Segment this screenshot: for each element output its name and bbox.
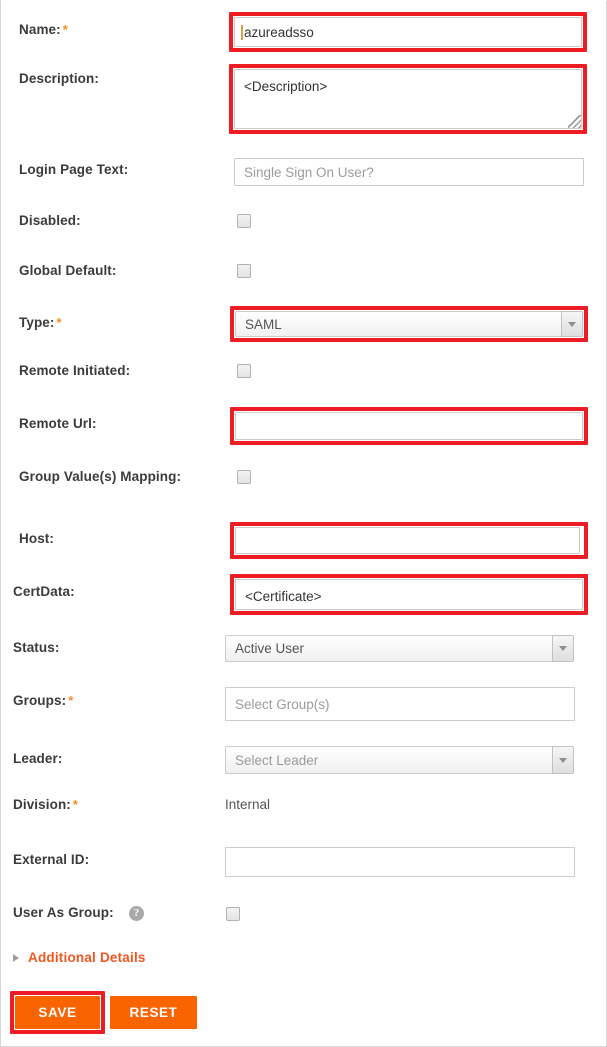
label-type: Type:* — [19, 315, 62, 330]
label-external-id: External ID: — [13, 852, 89, 867]
label-global-default: Global Default: — [19, 263, 117, 278]
chevron-down-icon — [568, 322, 576, 327]
label-status: Status: — [13, 640, 59, 655]
certdata-textarea[interactable] — [235, 579, 583, 610]
label-disabled: Disabled: — [19, 213, 81, 228]
name-input[interactable] — [234, 17, 582, 47]
division-value: Internal — [225, 797, 270, 812]
reset-button[interactable]: RESET — [110, 996, 197, 1029]
label-groups: Groups:* — [13, 693, 73, 708]
leader-select[interactable]: Select Leader — [225, 746, 574, 774]
leader-select-placeholder: Select Leader — [235, 747, 318, 773]
required-marker: * — [57, 315, 62, 330]
user-as-group-checkbox[interactable] — [226, 907, 240, 921]
login-page-text-input[interactable] — [234, 158, 584, 186]
global-default-checkbox[interactable] — [237, 264, 251, 278]
description-textarea[interactable] — [234, 69, 582, 129]
host-input[interactable] — [235, 527, 580, 554]
type-select[interactable]: SAML — [235, 311, 583, 337]
label-host: Host: — [19, 531, 54, 546]
label-division: Division:* — [13, 797, 78, 812]
label-group-values-mapping: Group Value(s) Mapping: — [19, 469, 181, 484]
group-values-mapping-checkbox[interactable] — [237, 470, 251, 484]
additional-details-label: Additional Details — [28, 950, 146, 965]
remote-url-input[interactable] — [235, 412, 583, 440]
chevron-down-icon — [559, 646, 567, 651]
external-id-input[interactable] — [225, 847, 575, 877]
label-name: Name:* — [19, 22, 68, 37]
required-marker: * — [68, 693, 73, 708]
status-select[interactable]: Active User — [225, 635, 574, 662]
status-select-arrow[interactable] — [552, 635, 574, 662]
chevron-down-icon — [559, 758, 567, 763]
type-select-value: SAML — [245, 312, 282, 336]
label-user-as-group: User As Group: — [13, 905, 114, 920]
additional-details-toggle[interactable]: Additional Details — [13, 950, 146, 965]
type-select-arrow[interactable] — [561, 311, 583, 337]
label-remote-initiated: Remote Initiated: — [19, 363, 130, 378]
label-certdata: CertData: — [13, 584, 75, 599]
label-leader: Leader: — [13, 751, 62, 766]
label-remote-url: Remote Url: — [19, 416, 97, 431]
sso-user-form-panel: Name:* Description: Login Page Text: Dis… — [0, 0, 607, 1047]
required-marker: * — [63, 22, 68, 37]
required-marker: * — [73, 797, 78, 812]
label-login-page-text: Login Page Text: — [19, 162, 128, 177]
status-select-value: Active User — [235, 636, 304, 661]
groups-input[interactable] — [225, 687, 575, 721]
remote-initiated-checkbox[interactable] — [237, 364, 251, 378]
label-description: Description: — [19, 71, 99, 86]
chevron-right-icon — [13, 954, 19, 962]
leader-select-arrow[interactable] — [552, 746, 574, 774]
disabled-checkbox[interactable] — [237, 214, 251, 228]
text-caret — [241, 25, 243, 40]
help-icon[interactable]: ? — [129, 906, 144, 921]
save-button[interactable]: SAVE — [15, 996, 100, 1029]
